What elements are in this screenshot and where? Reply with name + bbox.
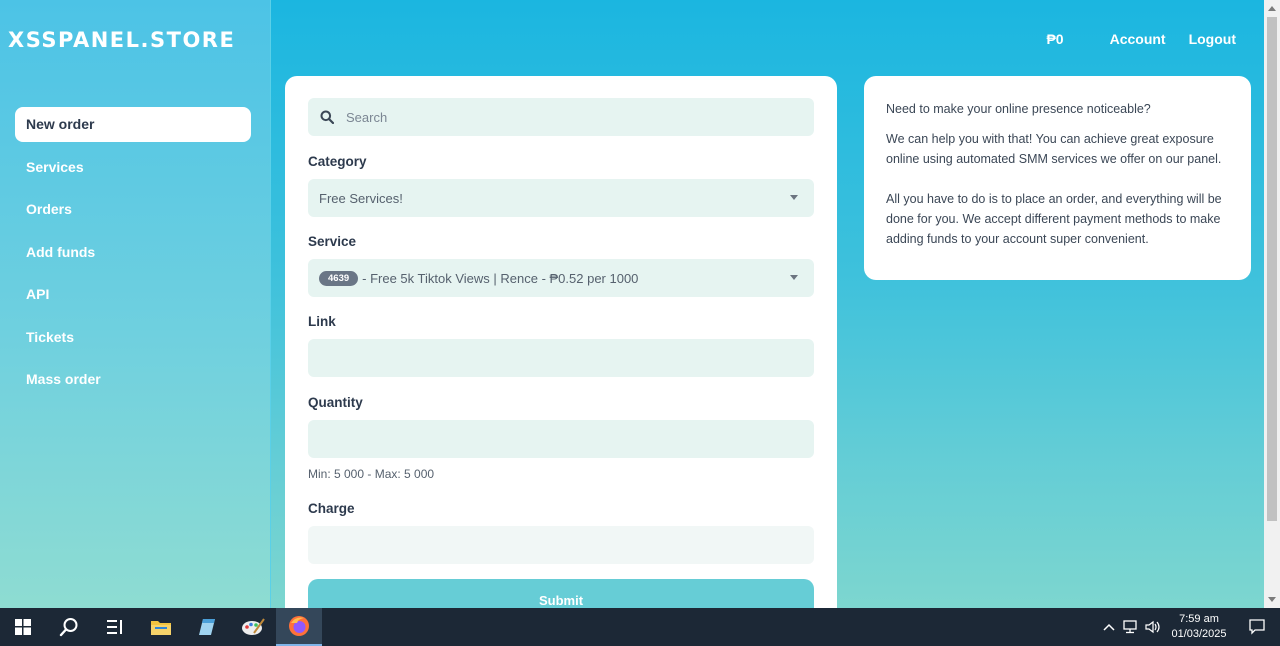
notepad-button[interactable]: [184, 608, 230, 646]
paint-button[interactable]: [230, 608, 276, 646]
notepad-icon: [199, 619, 215, 635]
quantity-label: Quantity: [308, 395, 363, 410]
charge-field: [308, 526, 814, 564]
sidebar-item-orders[interactable]: Orders: [15, 192, 251, 227]
charge-label: Charge: [308, 501, 355, 516]
chevron-up-icon: [1103, 623, 1115, 631]
service-value: - Free 5k Tiktok Views | Rence - ₱0.52 p…: [362, 270, 639, 286]
link-input[interactable]: [308, 339, 814, 377]
folder-icon: [151, 621, 171, 635]
clock[interactable]: 7:59 am 01/03/2025: [1168, 612, 1230, 642]
quantity-hint: Min: 5 000 - Max: 5 000: [308, 467, 435, 481]
service-id-badge: 4639: [319, 270, 359, 286]
info-paragraph: All you have to do is to place an order,…: [886, 192, 1222, 246]
link-label: Link: [308, 314, 336, 329]
search-icon: [59, 618, 78, 637]
notifications-button[interactable]: [1234, 619, 1280, 635]
notification-icon: [1249, 619, 1265, 635]
service-select[interactable]: 4639 - Free 5k Tiktok Views | Rence - ₱0…: [308, 259, 814, 297]
info-paragraph: We can help you with that! You can achie…: [886, 132, 1222, 166]
show-hidden-icons-button[interactable]: [1098, 623, 1120, 631]
search-box[interactable]: [308, 98, 814, 136]
account-link[interactable]: Account: [1110, 31, 1166, 47]
page-scrollbar[interactable]: [1264, 0, 1280, 608]
sidebar: XSSPANEL.STORE New order Services Orders…: [0, 0, 270, 608]
firefox-icon: [289, 616, 309, 636]
firefox-button[interactable]: [276, 608, 322, 646]
taskbar: 7:59 am 01/03/2025: [0, 608, 1280, 646]
main-content: ₱0 Account Logout Category Free Services…: [270, 0, 1264, 636]
sidebar-item-api[interactable]: API: [15, 277, 251, 312]
sidebar-item-add-funds[interactable]: Add funds: [15, 235, 251, 270]
clock-date: 01/03/2025: [1171, 628, 1227, 640]
category-value: Free Services!: [319, 190, 403, 206]
network-button[interactable]: [1120, 620, 1142, 634]
network-icon: [1123, 620, 1137, 634]
chevron-down-icon: [790, 275, 798, 280]
file-explorer-button[interactable]: [138, 608, 184, 646]
category-select[interactable]: Free Services!: [308, 179, 814, 217]
brand-logo[interactable]: XSSPANEL.STORE: [8, 28, 235, 52]
search-input[interactable]: [346, 109, 786, 125]
top-nav: ₱0 Account Logout: [1046, 31, 1236, 47]
task-view-icon: [107, 620, 122, 634]
chevron-down-icon: [790, 195, 798, 200]
scroll-down-icon[interactable]: [1268, 597, 1276, 602]
sidebar-item-tickets[interactable]: Tickets: [15, 320, 251, 355]
info-card: Need to make your online presence notice…: [864, 76, 1251, 280]
start-button[interactable]: [0, 608, 46, 646]
speaker-icon: [1145, 620, 1160, 634]
sidebar-item-mass-order[interactable]: Mass order: [15, 362, 251, 397]
sidebar-nav: New order Services Orders Add funds API …: [15, 107, 251, 405]
scroll-up-icon[interactable]: [1268, 6, 1276, 11]
sidebar-item-new-order[interactable]: New order: [15, 107, 251, 142]
task-view-button[interactable]: [92, 608, 138, 646]
balance-link[interactable]: ₱0: [1046, 31, 1063, 47]
windows-icon: [15, 619, 31, 635]
clock-time: 7:59 am: [1179, 613, 1219, 625]
volume-button[interactable]: [1142, 620, 1164, 634]
scroll-thumb[interactable]: [1267, 17, 1277, 521]
system-tray: 7:59 am 01/03/2025: [1098, 608, 1280, 646]
logout-link[interactable]: Logout: [1189, 31, 1236, 47]
taskbar-search-button[interactable]: [46, 608, 92, 646]
sidebar-item-services[interactable]: Services: [15, 150, 251, 185]
paint-palette-icon: [242, 618, 265, 635]
category-label: Category: [308, 154, 367, 169]
new-order-form: Category Free Services! Service 4639 - F…: [285, 76, 837, 636]
quantity-input[interactable]: [308, 420, 814, 458]
service-label: Service: [308, 234, 357, 249]
info-heading: Need to make your online presence notice…: [886, 102, 1151, 116]
search-icon: [308, 110, 346, 124]
